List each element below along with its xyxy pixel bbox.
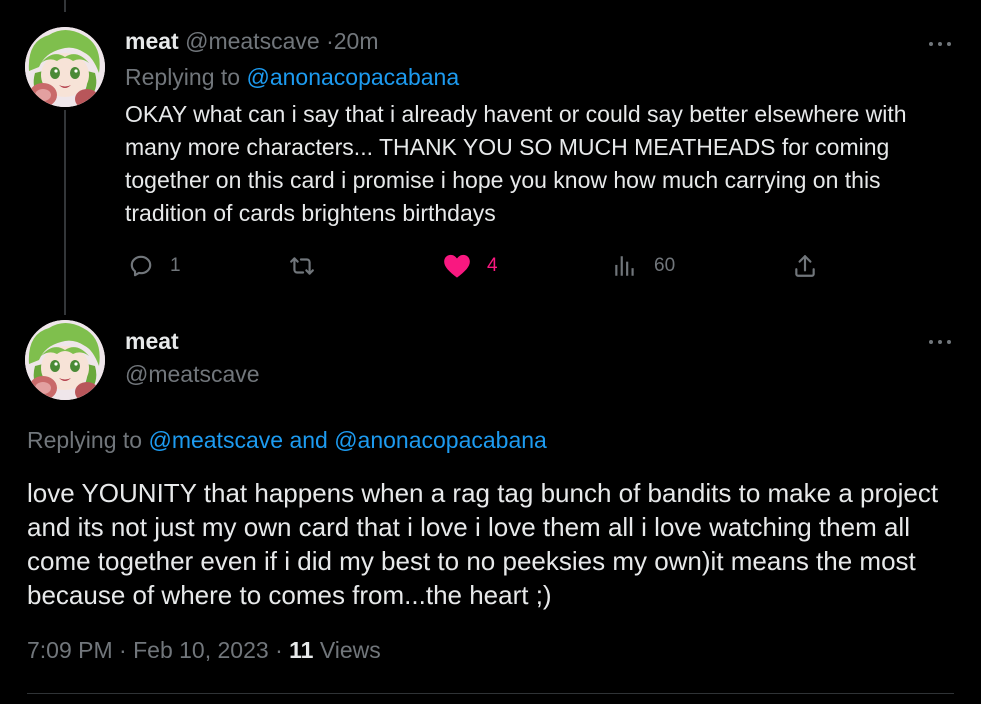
tweet-header: meat @meatscave ·20m bbox=[125, 28, 378, 55]
author-name[interactable]: meat bbox=[125, 328, 179, 355]
analytics-icon bbox=[615, 256, 634, 276]
more-options-icon[interactable] bbox=[925, 34, 955, 54]
author-handle[interactable]: @meatscave bbox=[185, 28, 320, 54]
mention-link[interactable]: @anonacopacabana bbox=[334, 427, 547, 453]
tweet-meta: 7:09 PM · Feb 10, 2023 · 11 Views bbox=[27, 637, 381, 664]
tweet-date[interactable]: Feb 10, 2023 bbox=[133, 637, 269, 663]
views-label: Views bbox=[319, 637, 381, 663]
reply-icon bbox=[130, 255, 152, 277]
replying-prefix: Replying to bbox=[125, 64, 241, 90]
replying-prefix: Replying to bbox=[27, 427, 143, 453]
tweet-time[interactable]: 20m bbox=[334, 28, 379, 54]
more-options-icon[interactable] bbox=[925, 332, 955, 352]
mention-link[interactable]: @anonacopacabana bbox=[246, 64, 459, 90]
thread-line-top bbox=[64, 0, 66, 12]
share-button[interactable] bbox=[792, 252, 818, 280]
replying-to: Replying to @anonacopacabana bbox=[125, 64, 459, 91]
views-button[interactable]: 60 bbox=[612, 252, 675, 280]
views-count: 60 bbox=[654, 255, 676, 276]
avatar[interactable] bbox=[25, 320, 105, 400]
divider bbox=[27, 693, 954, 694]
replying-and[interactable]: and bbox=[289, 427, 327, 453]
retweet-button[interactable] bbox=[288, 252, 332, 280]
reply-count: 1 bbox=[170, 255, 181, 276]
tweet-time[interactable]: 7:09 PM bbox=[27, 637, 113, 663]
reply-button[interactable]: 1 bbox=[128, 252, 181, 280]
replying-to: Replying to @meatscave and @anonacopacab… bbox=[27, 427, 547, 454]
views-count: 11 bbox=[289, 637, 314, 663]
separator: · bbox=[119, 637, 127, 663]
author-name[interactable]: meat bbox=[125, 28, 179, 54]
like-button[interactable]: 4 bbox=[443, 252, 498, 280]
tweet-text: love YOUNITY that happens when a rag tag… bbox=[27, 478, 939, 610]
separator: · bbox=[326, 28, 334, 54]
mention-link[interactable]: @meatscave bbox=[148, 427, 283, 453]
thread-line bbox=[64, 110, 66, 315]
author-handle[interactable]: @meatscave bbox=[125, 361, 260, 388]
tweet-text: OKAY what can i say that i already haven… bbox=[125, 101, 907, 226]
share-icon bbox=[795, 255, 815, 277]
like-count: 4 bbox=[487, 255, 498, 276]
separator: · bbox=[275, 637, 283, 663]
avatar[interactable] bbox=[25, 27, 105, 107]
retweet-icon bbox=[290, 257, 314, 275]
heart-filled-icon bbox=[444, 254, 470, 278]
